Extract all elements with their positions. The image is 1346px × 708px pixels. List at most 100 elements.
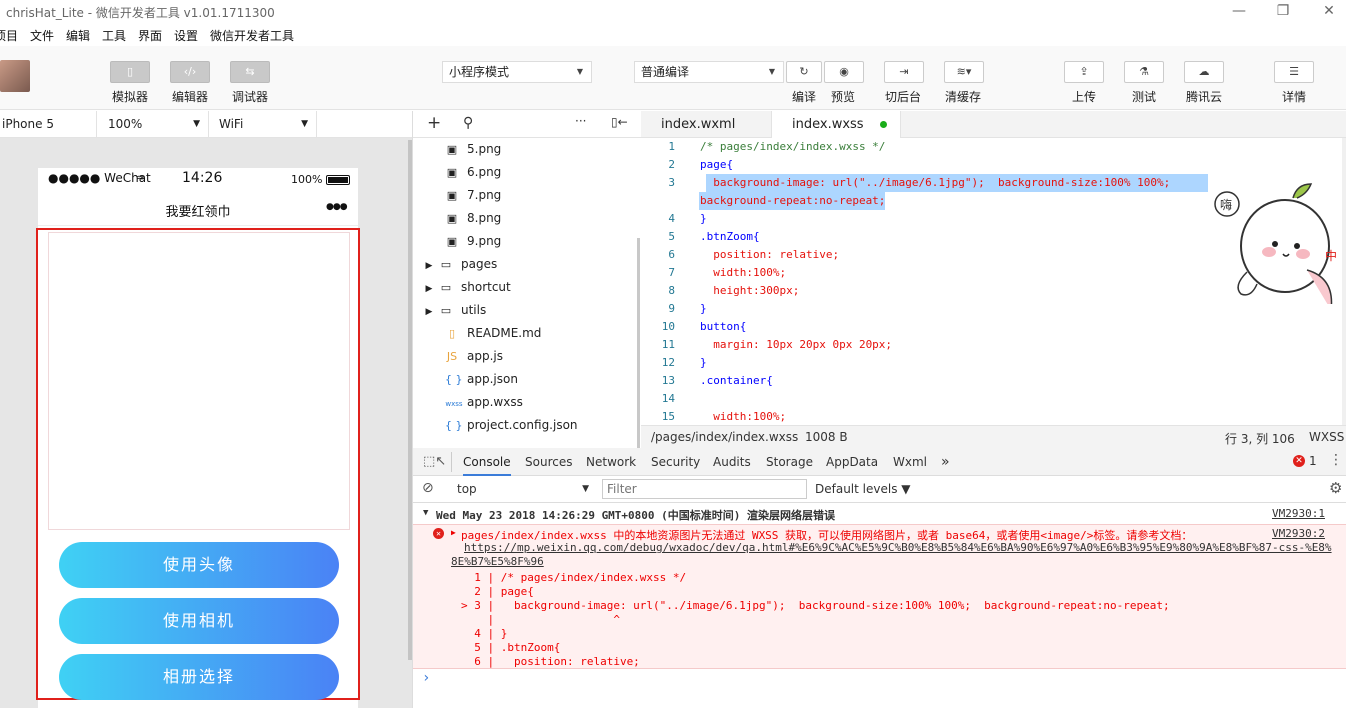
chevron-down-icon: ▼ (193, 119, 200, 129)
source-link[interactable]: VM2930:2 (1272, 527, 1325, 540)
sticker-image: 嗨 中 (1214, 183, 1337, 304)
minimize-button[interactable]: — (1224, 2, 1254, 22)
file-tree-item[interactable]: ▣ 8.png (445, 207, 502, 230)
simulator-toggle-icon[interactable]: ▯ (110, 61, 150, 83)
docs-link[interactable]: https://mp.weixin.qq.com/debug/wxadoc/de… (464, 541, 1332, 554)
line-number: 5 (668, 230, 675, 243)
tab-security[interactable]: Security (651, 448, 700, 476)
refresh-icon[interactable]: ↻ (786, 61, 822, 83)
mode-select[interactable]: 小程序模式 ▼ (442, 61, 592, 83)
log-levels-select[interactable]: Default levels ▼ (815, 482, 911, 496)
cloud-label: 腾讯云 (1186, 90, 1223, 104)
console-filter-input[interactable] (602, 479, 807, 499)
menu-file[interactable]: 文件 (30, 27, 54, 44)
divider (451, 452, 452, 472)
maximize-button[interactable]: ❐ (1268, 2, 1298, 22)
context-select[interactable]: top ▼ (451, 480, 591, 499)
error-count[interactable]: 1 (1309, 454, 1317, 468)
snippet-line: 6 | position: relative; (461, 655, 640, 668)
file-tree-item[interactable]: ▣ 5.png (445, 138, 502, 161)
zoom-select[interactable]: 100% ▼ (97, 111, 209, 137)
expand-arrow-icon[interactable]: ▼ (423, 508, 428, 518)
code-editor[interactable]: 1 /* pages/index/index.wxss */ 2 page{3 bac… (641, 138, 1346, 425)
file-tree-scrollbar[interactable] (637, 238, 640, 450)
network-select[interactable]: WiFi ▼ (209, 111, 317, 137)
avatar[interactable] (0, 60, 30, 92)
tab-sources[interactable]: Sources (525, 448, 572, 476)
close-button[interactable]: ✕ (1314, 2, 1344, 22)
menu-bar: 项目 文件 编辑 工具 界面 设置 微信开发者工具 (0, 24, 1346, 46)
chevron-right-icon[interactable]: ▶ (425, 255, 433, 278)
album-select-button[interactable]: 相册选择 (59, 654, 339, 700)
more-options-icon[interactable]: ⋮ (1329, 452, 1343, 468)
menu-settings[interactable]: 设置 (174, 27, 198, 44)
file-tree-item[interactable]: ▶ ▭ pages (425, 253, 498, 278)
file-name: project.config.json (467, 418, 578, 432)
gear-icon[interactable]: ⚙ (1329, 479, 1342, 497)
file-tree-item[interactable]: ▣ 6.png (445, 161, 502, 184)
file-tree-item[interactable]: JS app.js (445, 345, 503, 368)
line-number: 9 (668, 302, 675, 315)
file-tree-item[interactable]: ▣ 9.png (445, 230, 502, 253)
file-tree-item[interactable]: ▶ ▭ utils (425, 299, 487, 324)
compile-select[interactable]: 普通编译 ▼ (634, 61, 784, 83)
tab-wxml[interactable]: Wxml (893, 448, 927, 476)
line-number: 11 (661, 338, 675, 351)
device-select[interactable]: iPhone 5 (0, 111, 97, 137)
expand-arrow-icon[interactable]: ▶ (451, 528, 456, 537)
chevron-right-icon[interactable]: ▶ (425, 301, 433, 324)
use-camera-button[interactable]: 使用相机 (59, 598, 339, 644)
search-icon[interactable]: ⚲ (463, 115, 473, 131)
tab-appdata[interactable]: AppData (826, 448, 878, 476)
console-group-title[interactable]: Wed May 23 2018 14:26:29 GMT+0800 (中国标准时… (436, 507, 835, 523)
tab-network[interactable]: Network (586, 448, 636, 476)
tab-audits[interactable]: Audits (713, 448, 751, 476)
menu-view[interactable]: 界面 (138, 27, 162, 44)
source-link[interactable]: VM2930:1 (1272, 507, 1325, 520)
more-icon[interactable]: ··· (575, 114, 586, 128)
menu-wechat-devtools[interactable]: 微信开发者工具 (210, 27, 294, 44)
language-mode[interactable]: WXSS (1309, 430, 1344, 444)
add-icon[interactable]: + (427, 113, 441, 133)
chevron-right-icon[interactable]: ▶ (425, 278, 433, 301)
cloud-icon[interactable]: ☁ (1184, 61, 1224, 83)
file-tree-item[interactable]: ▯ README.md (445, 322, 541, 345)
cursor-position[interactable]: 行 3, 列 106 (1225, 430, 1295, 447)
eye-icon[interactable]: ◉ (824, 61, 864, 83)
tab-storage[interactable]: Storage (766, 448, 813, 476)
more-menu-icon[interactable]: ●●● (326, 202, 348, 212)
use-avatar-button[interactable]: 使用头像 (59, 542, 339, 588)
file-tree-item[interactable]: ▣ 7.png (445, 184, 502, 207)
menu-edit[interactable]: 编辑 (66, 27, 90, 44)
file-tree-item[interactable]: { } app.json (445, 368, 518, 391)
tab-console[interactable]: Console (463, 448, 511, 476)
layers-icon[interactable]: ≋▾ (944, 61, 984, 83)
file-tree-item[interactable]: ▶ ▭ shortcut (425, 276, 511, 299)
menu-tools[interactable]: 工具 (102, 27, 126, 44)
more-tabs-icon[interactable]: » (941, 448, 950, 476)
tab-index-wxss[interactable]: index.wxss (771, 111, 901, 139)
docs-link-continued[interactable]: 8E%B7%E5%8F%96 (451, 555, 544, 568)
preview-label: 预览 (831, 90, 856, 104)
upload-icon[interactable]: ⇪ (1064, 61, 1104, 83)
console-prompt[interactable]: › (422, 670, 430, 686)
battery-icon (326, 175, 350, 185)
menu-project[interactable]: 项目 (0, 27, 18, 44)
file-tree-item[interactable]: { } project.config.json (445, 414, 578, 437)
debugger-toggle-icon[interactable]: ⇆ (230, 61, 270, 83)
upload-label: 上传 (1072, 90, 1097, 104)
flask-icon[interactable]: ⚗ (1124, 61, 1164, 83)
image-container[interactable] (48, 232, 350, 530)
clear-console-icon[interactable]: ⊘ (422, 480, 434, 496)
image-file-icon: ▣ (446, 143, 458, 156)
background-switch-icon[interactable]: ⇥ (884, 61, 924, 83)
wxss-file-icon: wxss (445, 400, 463, 408)
tab-index-wxml[interactable]: index.wxml (641, 111, 771, 138)
inspect-element-icon[interactable]: ⬚↖ (423, 454, 446, 469)
menu-icon[interactable]: ☰ (1274, 61, 1314, 83)
details-label: 详情 (1282, 90, 1307, 104)
file-tree-item[interactable]: wxss app.wxss (445, 391, 522, 414)
compile-select-value: 普通编译 (641, 65, 690, 79)
editor-toggle-icon[interactable]: ‹/› (170, 61, 210, 83)
collapse-panel-icon[interactable]: ▯← (611, 115, 628, 129)
